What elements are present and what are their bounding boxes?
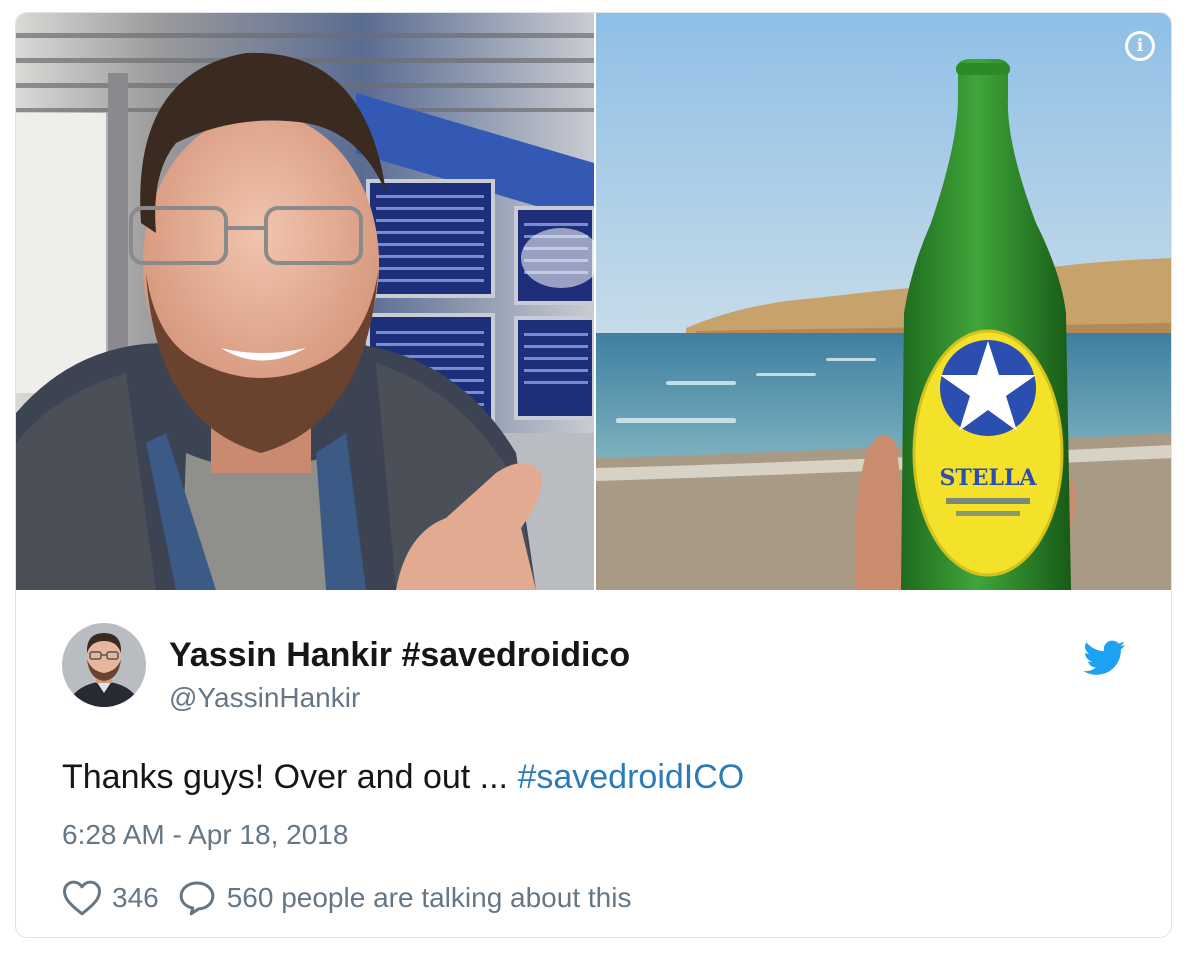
bottle-label-text: STELLA [939, 465, 1037, 491]
selfie-photo[interactable] [16, 13, 594, 590]
heart-icon [62, 879, 102, 917]
embedded-tweet-card[interactable]: STELLA i Yassin Hankir #savedroidico @Ya… [15, 12, 1172, 938]
speech-bubble-icon [177, 879, 217, 917]
info-icon[interactable]: i [1125, 31, 1155, 61]
reply-conversation-link[interactable]: 560 people are talking about this [177, 879, 632, 917]
tweet-text-body: Thanks guys! Over and out ... [62, 758, 518, 796]
like-button[interactable]: 346 [62, 879, 177, 917]
tweet-text: Thanks guys! Over and out ... #savedroid… [62, 758, 744, 797]
tweet-media: STELLA i [16, 13, 1171, 590]
twitter-bird-icon[interactable] [1083, 640, 1126, 676]
tweet-body: Yassin Hankir #savedroidico @YassinHanki… [16, 590, 1171, 937]
display-name[interactable]: Yassin Hankir #savedroidico [169, 636, 630, 675]
avatar[interactable] [62, 623, 146, 707]
user-handle[interactable]: @YassinHankir [169, 682, 360, 714]
beach-bottle-photo[interactable]: STELLA i [596, 13, 1171, 590]
tweet-actions: 346 560 people are talking about this [62, 876, 631, 920]
hashtag-link[interactable]: #savedroidICO [517, 758, 744, 796]
tweet-timestamp[interactable]: 6:28 AM - Apr 18, 2018 [62, 819, 348, 851]
talking-about-text: 560 people are talking about this [226, 882, 632, 913]
like-count: 346 [112, 882, 159, 913]
